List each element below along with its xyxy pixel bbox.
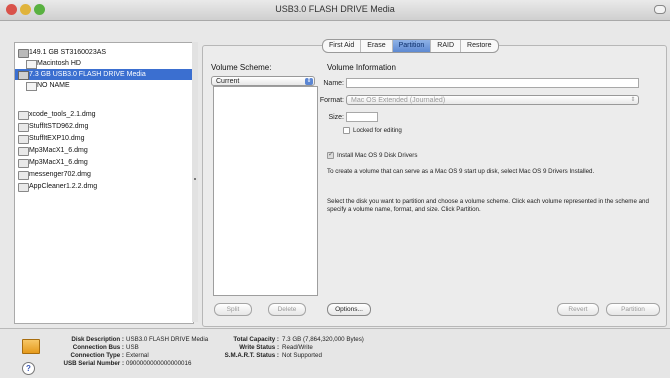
format-value: Mac OS Extended (Journaled): [351, 97, 446, 104]
smart-status-value: Not Supported: [282, 352, 322, 359]
name-field[interactable]: [346, 78, 639, 88]
sidebar-item-label: Mp3MacX1_6.dmg: [29, 159, 88, 166]
name-label: Name:: [323, 80, 344, 87]
locked-checkbox[interactable]: [343, 127, 350, 134]
volume-scheme-value: Current: [216, 78, 240, 85]
volume-icon: [26, 82, 37, 91]
revert-button[interactable]: Revert: [557, 303, 599, 316]
volume-scheme-select[interactable]: Current ⇕: [211, 76, 315, 86]
delete-button[interactable]: Delete: [268, 303, 306, 316]
connection-type-value: External: [126, 352, 149, 359]
sidebar-item-label: 7.3 GB USB3.0 FLASH DRIVE Media: [29, 71, 146, 78]
title-bar: USB3.0 FLASH DRIVE Media: [0, 0, 670, 21]
smart-status-label: S.M.A.R.T. Status :: [224, 352, 279, 359]
total-capacity-label: Total Capacity :: [233, 336, 279, 343]
partition-button[interactable]: Partition: [606, 303, 660, 316]
os9-hint-text: To create a volume that can serve as a M…: [327, 168, 595, 175]
sidebar-item-disk-image[interactable]: Mp3MacX1_6.dmg: [15, 157, 193, 168]
connection-bus-label: Connection Bus :: [72, 344, 124, 351]
usb-serial-value: 0900000000000000016: [126, 360, 192, 367]
tab-raid[interactable]: RAID: [431, 40, 462, 52]
sidebar-item-label: StuffItEXP10.dmg: [29, 135, 85, 142]
disk-image-icon: [18, 123, 29, 132]
sidebar-item-label: AppCleaner1.2.2.dmg: [29, 183, 98, 190]
tab-bar: First Aid Erase Partition RAID Restore: [322, 39, 499, 53]
size-label: Size:: [328, 114, 344, 121]
sidebar-item-label: StuffItSTD962.dmg: [29, 123, 89, 130]
tab-first-aid[interactable]: First Aid: [323, 40, 362, 52]
format-select[interactable]: Mac OS Extended (Journaled) ⇕: [346, 95, 639, 105]
write-status-value: Read/Write: [282, 344, 313, 351]
install-os9-drivers-label: Install Mac OS 9 Disk Drivers: [337, 152, 418, 159]
options-button[interactable]: Options...: [327, 303, 371, 316]
connection-type-label: Connection Type :: [70, 352, 124, 359]
install-os9-drivers-checkbox[interactable]: [327, 150, 334, 159]
disk-description-value: USB3.0 FLASH DRIVE Media: [126, 336, 209, 343]
tab-restore[interactable]: Restore: [461, 40, 498, 52]
name-field-value: [347, 87, 350, 94]
sidebar-splitter[interactable]: [192, 42, 198, 322]
size-field[interactable]: [346, 112, 378, 122]
sidebar-item-label: 149.1 GB ST3160023AS: [29, 49, 107, 56]
volume-icon: [26, 60, 37, 69]
sidebar-item-label: NO NAME: [37, 82, 70, 89]
volume-information-heading: Volume Information: [327, 63, 396, 72]
usb-serial-label: USB Serial Number :: [63, 360, 124, 367]
disk-image-icon: [18, 147, 29, 156]
disk-image-icon: [18, 171, 29, 180]
chevron-updown-icon: ⇕: [305, 78, 313, 85]
disk-list: 149.1 GB ST3160023AS Macintosh HD 7.3 GB…: [14, 42, 194, 324]
sidebar-item-volume[interactable]: Macintosh HD: [15, 58, 193, 69]
disk-image-icon: [18, 183, 29, 192]
disk-image-icon: [18, 159, 29, 168]
sidebar-item-disk-image[interactable]: StuffItEXP10.dmg: [15, 133, 193, 144]
chevron-updown-icon: ⇕: [630, 97, 636, 103]
volume-scheme-heading: Volume Scheme:: [211, 63, 272, 72]
toolbar-toggle-button[interactable]: [654, 5, 666, 14]
sidebar-item-label: messenger702.dmg: [29, 171, 91, 178]
splitter-grip-icon: [194, 178, 196, 180]
usb-drive-icon: [18, 71, 29, 80]
usb-drive-icon: [22, 339, 40, 354]
sidebar-item-disk-image[interactable]: Mp3MacX1_6.dmg: [15, 145, 193, 156]
locked-label: Locked for editing: [353, 127, 402, 134]
tab-partition[interactable]: Partition: [392, 40, 432, 52]
total-capacity-value: 7.3 GB (7,864,320,000 Bytes): [282, 336, 364, 343]
write-status-label: Write Status :: [239, 344, 279, 351]
sidebar-item-disk-image[interactable]: messenger702.dmg: [15, 169, 193, 180]
sidebar-item-disk-image[interactable]: xcode_tools_2.1.dmg: [15, 109, 193, 120]
sidebar-item-disk-image[interactable]: AppCleaner1.2.2.dmg: [15, 181, 193, 192]
sidebar-item-disk-image[interactable]: StuffItSTD962.dmg: [15, 121, 193, 132]
sidebar-item-usb-drive[interactable]: 7.3 GB USB3.0 FLASH DRIVE Media: [15, 69, 193, 80]
volume-scheme-diagram[interactable]: [213, 86, 318, 296]
sidebar-item-label: xcode_tools_2.1.dmg: [29, 111, 96, 118]
disk-image-icon: [18, 111, 29, 120]
disk-utility-window: USB3.0 FLASH DRIVE Media 149.1 GB ST3160…: [0, 0, 670, 378]
sidebar-item-disk[interactable]: 149.1 GB ST3160023AS: [15, 47, 193, 58]
window-title: USB3.0 FLASH DRIVE Media: [275, 4, 395, 14]
disk-description-label: Disk Description :: [71, 336, 124, 343]
sidebar-item-volume[interactable]: NO NAME: [15, 80, 193, 91]
sidebar-item-label: Mp3MacX1_6.dmg: [29, 147, 88, 154]
format-label: Format:: [319, 97, 344, 104]
hard-disk-icon: [18, 49, 29, 58]
split-button[interactable]: Split: [214, 303, 252, 316]
tab-erase[interactable]: Erase: [361, 40, 393, 52]
instructions-text: Select the disk you want to partition an…: [327, 198, 649, 213]
sidebar-item-label: Macintosh HD: [37, 60, 81, 67]
disk-image-icon: [18, 135, 29, 144]
connection-bus-value: USB: [126, 344, 139, 351]
